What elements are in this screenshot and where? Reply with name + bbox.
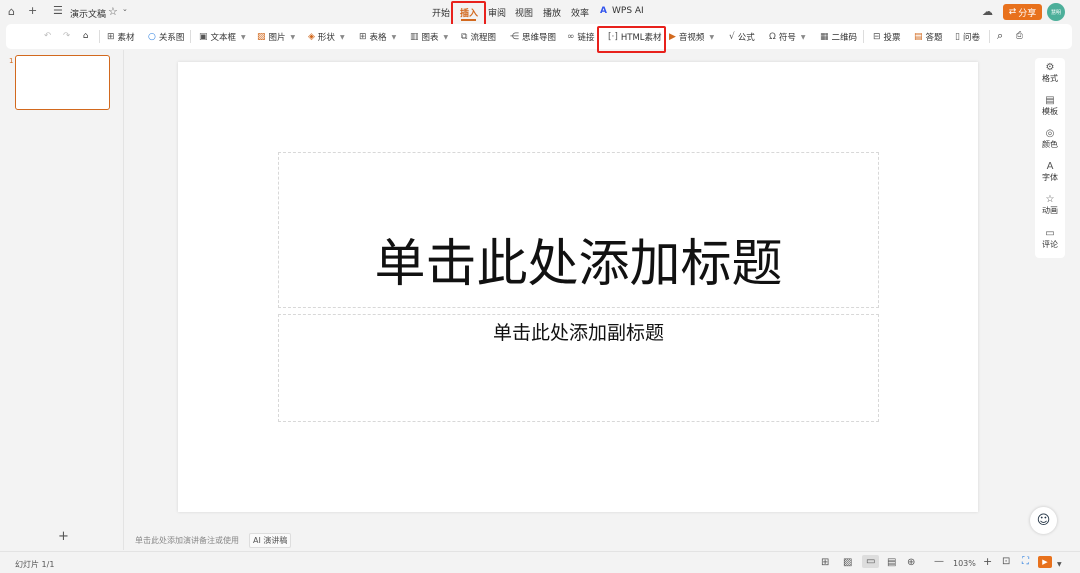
add-slide-button[interactable]: + [58, 529, 69, 544]
menu-wps-ai[interactable]: WPS AI [612, 6, 644, 16]
formula-icon: √ [729, 32, 735, 42]
menu-efficiency[interactable]: 效率 [571, 6, 589, 19]
normal-view-icon[interactable]: ▭ [862, 555, 880, 568]
qrcode-button[interactable]: ▦ 二维码 [820, 31, 857, 43]
title-placeholder[interactable]: 单击此处添加标题 [278, 152, 879, 308]
slide-canvas: 单击此处添加标题 单击此处添加副标题 [178, 62, 978, 512]
new-tab-icon[interactable]: + [28, 4, 37, 17]
comment-icon: ▭ [1045, 228, 1055, 239]
survey-icon: ▯ [955, 32, 960, 42]
sorter-view-icon[interactable]: ⊞ [821, 557, 829, 568]
ribbon-toolbar: ↶ ↷ ⌂ ⊞ 素材 ○ 关系图 ▣ 文本框 ▼ ▨ 图片 ▼ ◈ 形状 ▼ ⊞ 表格 ▼ ▥ 图表 ▼… [6, 24, 1072, 49]
menu-review[interactable]: 审阅 [488, 6, 506, 19]
assistant-icon[interactable]: ☺ [1030, 507, 1057, 534]
undo-icon[interactable]: ↶ [44, 31, 51, 41]
color-button[interactable]: ◎ 颜色 [1035, 128, 1065, 150]
document-name[interactable]: 演示文稿 [70, 7, 106, 20]
play-slideshow-button[interactable]: ▶ [1038, 556, 1052, 568]
chevron-down-icon[interactable]: ⌄ [122, 5, 128, 13]
comment-button[interactable]: ▭ 评论 [1035, 228, 1065, 250]
notes-placeholder[interactable]: 单击此处添加演讲备注或使用 [135, 535, 239, 546]
redo-icon[interactable]: ↷ [63, 31, 70, 41]
shape-button[interactable]: ◈ 形状 ▼ [308, 31, 345, 43]
mindmap-button[interactable]: ⋲ 思维导图 [510, 31, 556, 43]
home-icon[interactable]: ⌂ [8, 5, 15, 18]
divider [0, 551, 1080, 552]
textbox-icon: ▣ [199, 32, 208, 42]
relation-button[interactable]: ○ 关系图 [148, 31, 184, 43]
zoom-out-button[interactable]: — [934, 556, 944, 567]
fullscreen-icon[interactable]: ⛶ [1022, 556, 1029, 567]
template-button[interactable]: ▤ 模板 [1035, 95, 1065, 117]
share-icon: ⇄ [1008, 7, 1017, 17]
subtitle-placeholder[interactable]: 单击此处添加副标题 [278, 314, 879, 422]
right-side-panel: ⚙ 格式 ▤ 模板 ◎ 颜色 A 字体 ☆ 动画 ▭ 评论 [1035, 58, 1065, 258]
zoom-in-button[interactable]: + [983, 555, 992, 568]
gear-icon: ⚙ [1045, 62, 1055, 73]
format-painter-icon[interactable]: ⌂ [83, 31, 88, 41]
picture-button[interactable]: ▨ 图片 ▼ [257, 31, 295, 43]
slide-number: 1 [9, 57, 14, 65]
video-icon: ▶ [669, 32, 676, 42]
zoom-level[interactable]: 103% [953, 559, 976, 568]
qrcode-icon: ▦ [820, 32, 829, 42]
shape-icon: ◈ [308, 32, 315, 42]
quiz-button[interactable]: ▤ 答题 [914, 31, 943, 43]
picture-icon: ▨ [257, 32, 266, 42]
globe-icon[interactable]: ⊕ [907, 557, 915, 568]
animation-button[interactable]: ☆ 动画 [1035, 194, 1065, 216]
flowchart-icon: ⧉ [461, 32, 468, 42]
search-icon[interactable]: ⌕ [997, 29, 1003, 43]
palette-icon: ◎ [1045, 128, 1055, 139]
share-button[interactable]: ⇄ 分享 [1003, 4, 1042, 20]
menu-play[interactable]: 播放 [543, 6, 561, 19]
grid-icon: ⊞ [107, 32, 115, 42]
font-button[interactable]: A 字体 [1035, 161, 1065, 183]
slide-thumbnail[interactable] [15, 55, 110, 110]
star-icon[interactable]: ☆ [108, 5, 118, 18]
formula-button[interactable]: √ 公式 [729, 31, 755, 43]
media-button[interactable]: ▶ 音视频 ▼ [669, 31, 714, 43]
template-icon: ▤ [1045, 95, 1055, 106]
link-button[interactable]: ∞ 链接 [567, 31, 595, 43]
flowchart-button[interactable]: ⧉ 流程图 [461, 31, 496, 43]
relation-icon: ○ [148, 32, 156, 42]
symbol-button[interactable]: Ω 符号 ▼ [769, 31, 806, 43]
menu-view[interactable]: 视图 [515, 6, 533, 19]
avatar[interactable]: 慧明 [1047, 3, 1065, 21]
highlight-box [597, 26, 666, 53]
animation-icon: ☆ [1045, 194, 1055, 205]
divider [123, 50, 124, 550]
table-icon: ⊞ [359, 32, 367, 42]
survey-button[interactable]: ▯ 问卷 [955, 31, 980, 43]
wps-ai-icon: A [600, 6, 607, 16]
mindmap-icon: ⋲ [510, 32, 519, 42]
material-button[interactable]: ⊞ 素材 [107, 31, 135, 43]
chart-button[interactable]: ▥ 图表 ▼ [410, 31, 448, 43]
omega-icon: Ω [769, 32, 776, 42]
vote-button[interactable]: ⊟ 投票 [873, 31, 901, 43]
menu-start[interactable]: 开始 [432, 6, 450, 19]
menu-icon[interactable]: ☰ [53, 4, 63, 17]
slide-info: 幻灯片 1/1 [15, 560, 55, 569]
font-icon: A [1046, 161, 1054, 172]
vote-icon: ⊟ [873, 32, 881, 42]
table-button[interactable]: ⊞ 表格 ▼ [359, 31, 396, 43]
ai-speech-button[interactable]: AI 演讲稿 [249, 533, 292, 548]
notes-view-icon[interactable]: ▨ [843, 557, 852, 568]
format-button[interactable]: ⚙ 格式 [1035, 62, 1065, 84]
reading-view-icon[interactable]: ▤ [887, 557, 896, 568]
quiz-icon: ▤ [914, 32, 923, 42]
link-icon: ∞ [567, 32, 575, 42]
chart-icon: ▥ [410, 32, 419, 42]
textbox-button[interactable]: ▣ 文本框 ▼ [199, 31, 246, 43]
fit-icon[interactable]: ⊡ [1002, 556, 1010, 567]
print-icon[interactable]: ⎙ [1016, 31, 1023, 41]
chevron-down-icon[interactable]: ▼ [1057, 561, 1062, 568]
cloud-icon[interactable]: ☁ [982, 5, 993, 18]
